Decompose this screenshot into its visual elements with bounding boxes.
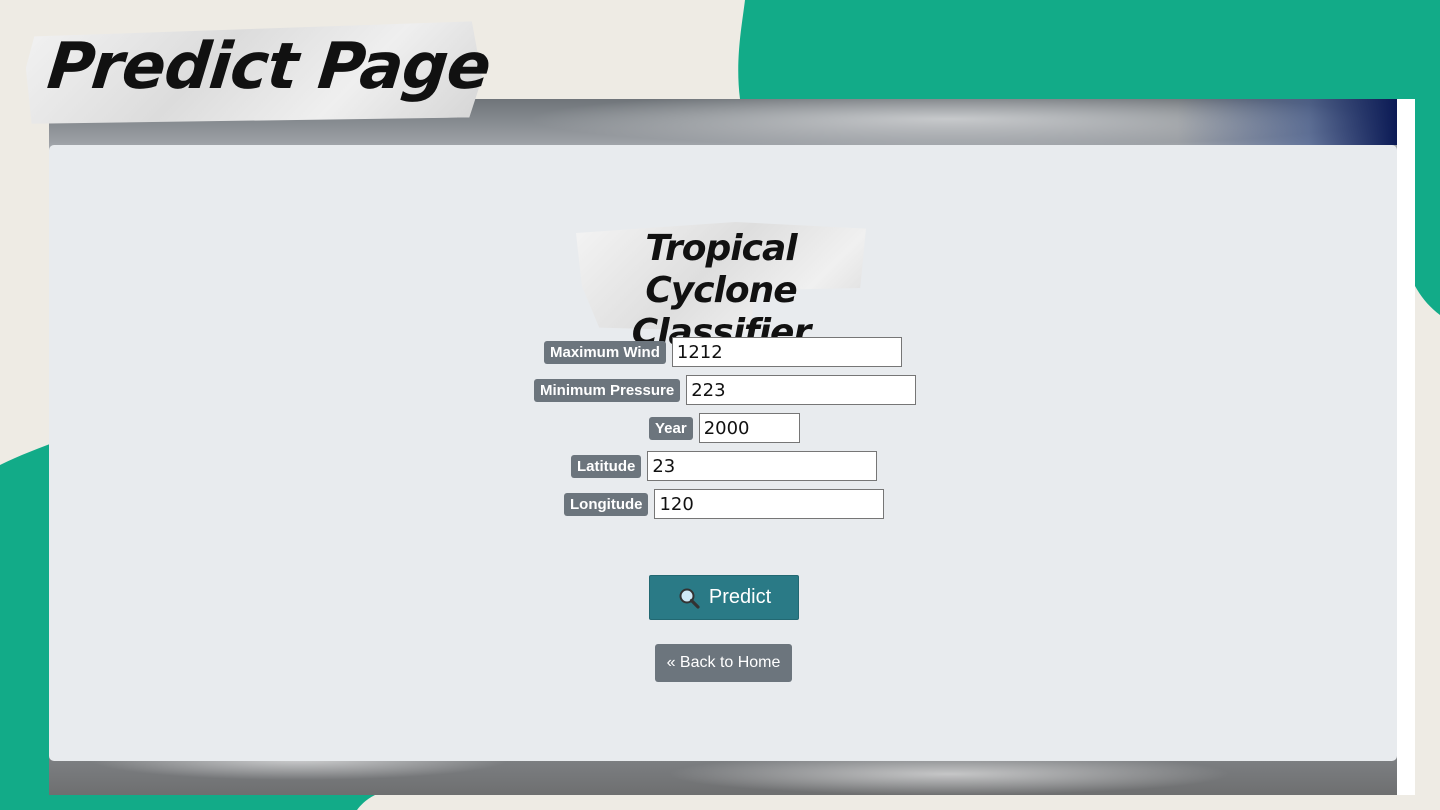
logo-line-1: Tropical Cyclone	[645, 228, 797, 311]
field-longitude: Longitude	[564, 489, 885, 519]
predict-button[interactable]: Predict	[649, 575, 799, 620]
longitude-label: Longitude	[564, 492, 649, 516]
maximum-wind-input[interactable]	[671, 337, 902, 367]
longitude-input[interactable]	[654, 489, 885, 519]
year-label: Year	[649, 416, 693, 440]
back-to-home-button[interactable]: « Back to Home	[655, 644, 792, 682]
back-to-home-label: « Back to Home	[666, 654, 781, 671]
space-horizon	[1177, 99, 1397, 145]
predict-button-label: Predict	[708, 586, 772, 608]
year-input[interactable]	[698, 413, 800, 443]
magnifier-icon	[679, 588, 700, 609]
minimum-pressure-label: Minimum Pressure	[534, 378, 681, 402]
field-latitude: Latitude	[571, 451, 878, 481]
app-logo: Tropical Cyclone Classifier	[576, 228, 866, 354]
page-title: Predict Page	[44, 30, 494, 104]
field-year: Year	[649, 413, 800, 443]
minimum-pressure-input[interactable]	[686, 375, 917, 405]
maximum-wind-label: Maximum Wind	[544, 340, 666, 364]
field-maximum-wind: Maximum Wind	[544, 337, 902, 367]
field-minimum-pressure: Minimum Pressure	[534, 375, 917, 405]
latitude-label: Latitude	[571, 454, 642, 478]
latitude-input[interactable]	[647, 451, 878, 481]
